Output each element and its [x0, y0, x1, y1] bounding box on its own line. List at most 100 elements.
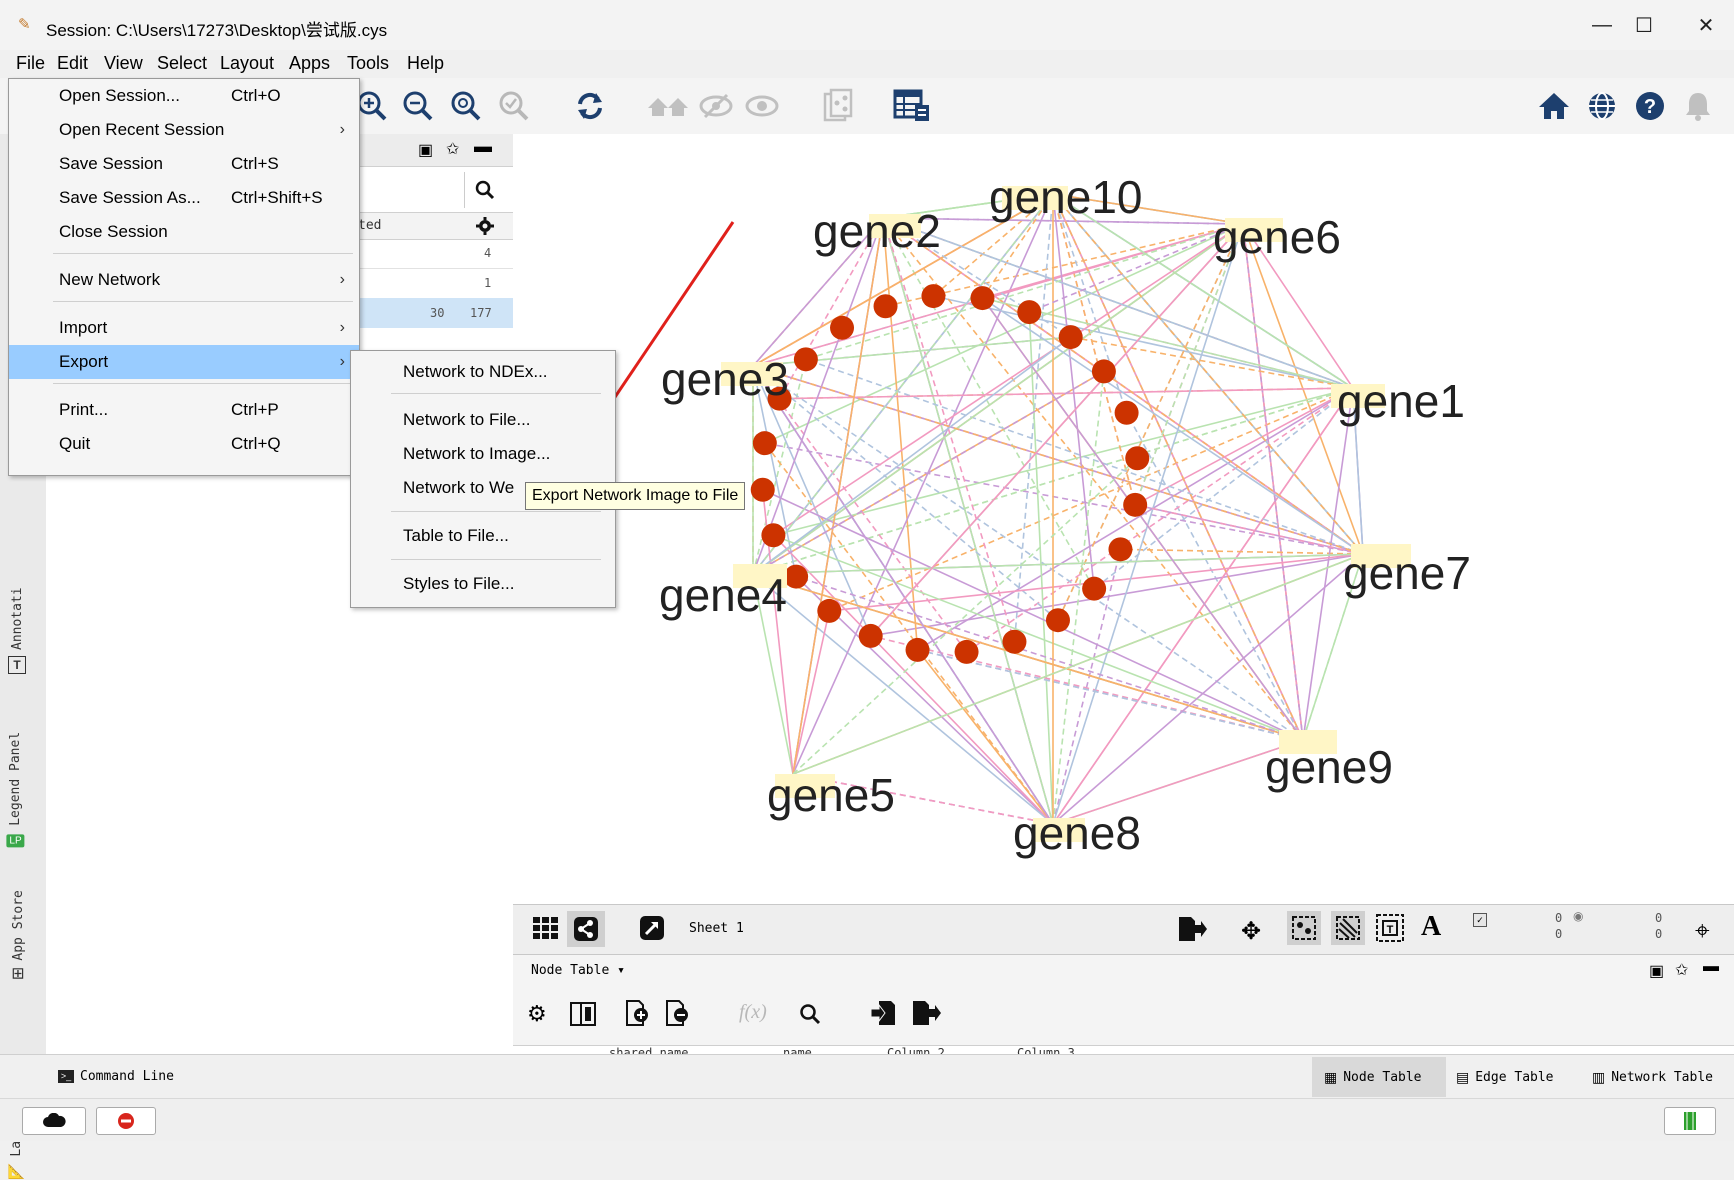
gene-label[interactable]: gene8	[1013, 806, 1141, 860]
network-node[interactable]	[921, 284, 946, 309]
zoom-out-icon[interactable]	[398, 86, 438, 126]
network-node[interactable]	[858, 623, 883, 648]
network-search-button[interactable]	[464, 172, 505, 208]
close-button[interactable]: ✕	[1684, 8, 1728, 42]
network-node[interactable]	[1114, 400, 1139, 425]
move-icon[interactable]: ✥	[1241, 917, 1261, 946]
network-edge[interactable]	[982, 297, 1364, 555]
export-table-icon[interactable]	[911, 999, 941, 1032]
menu-file[interactable]: File	[16, 53, 45, 74]
network-node[interactable]	[905, 637, 930, 662]
network-edge[interactable]	[917, 649, 1304, 741]
memory-button[interactable]	[1664, 1107, 1716, 1135]
gene-label[interactable]: gene9	[1265, 740, 1393, 794]
crosshair-icon[interactable]: ⌖	[1695, 915, 1710, 947]
submenu-styles-to-file[interactable]: Styles to File...	[351, 567, 615, 601]
show-all-icon[interactable]	[644, 86, 692, 126]
menu-tools[interactable]: Tools	[347, 53, 389, 74]
menu-apps[interactable]: Apps	[289, 53, 330, 74]
gene-label[interactable]: gene4	[659, 568, 787, 622]
gear-icon[interactable]	[476, 217, 494, 235]
network-node[interactable]	[1091, 359, 1116, 384]
menu-select[interactable]: Select	[157, 53, 207, 74]
network-node[interactable]	[1002, 629, 1027, 654]
notification-bell-icon[interactable]	[1678, 86, 1718, 126]
zoom-fit-icon[interactable]	[446, 86, 486, 126]
network-edge[interactable]	[1070, 336, 1354, 389]
tab-edge-table[interactable]: ▤ Edge Table	[1456, 1069, 1554, 1086]
network-node[interactable]	[750, 477, 775, 502]
hide-icon[interactable]	[696, 86, 736, 126]
show-icon[interactable]	[742, 86, 782, 126]
gene-label[interactable]: gene7	[1343, 546, 1471, 600]
share-network-button[interactable]	[567, 911, 605, 947]
menu-view[interactable]: View	[104, 53, 143, 74]
float-icon[interactable]: ▣	[1649, 961, 1664, 981]
network-edge[interactable]	[1028, 312, 1054, 825]
delete-column-icon[interactable]	[665, 999, 691, 1032]
column-visibility-icon[interactable]	[569, 1001, 597, 1032]
tab-legend-panel[interactable]: LP Legend Panel	[6, 732, 25, 850]
network-node[interactable]	[954, 639, 979, 664]
detach-icon[interactable]	[639, 915, 667, 943]
gene-label[interactable]: gene1	[1337, 374, 1465, 428]
refresh-icon[interactable]	[570, 86, 610, 126]
menu-layout[interactable]: Layout	[220, 53, 274, 74]
network-edge[interactable]	[795, 575, 1304, 741]
text-annotation-icon[interactable]: A	[1421, 911, 1441, 943]
node-table-title[interactable]: Node Table ▾	[531, 963, 625, 978]
minimize-button[interactable]: —	[1580, 8, 1624, 42]
tab-app-store[interactable]: ⊞ App Store	[8, 890, 28, 982]
network-node[interactable]	[793, 347, 818, 372]
network-edge[interactable]	[752, 223, 1244, 575]
submenu-table-to-file[interactable]: Table to File...	[351, 519, 615, 553]
minimize-panel-icon[interactable]: ▬	[474, 136, 492, 157]
network-node[interactable]	[817, 598, 842, 623]
network-node[interactable]	[970, 286, 995, 311]
network-edge[interactable]	[917, 649, 1304, 741]
import-table-icon[interactable]	[869, 999, 897, 1032]
menu-item-save-session-as[interactable]: Save Session As... Ctrl+Shift+S	[9, 181, 359, 215]
zoom-selected-icon[interactable]	[494, 86, 534, 126]
select-nodes-button[interactable]	[1287, 911, 1321, 945]
function-builder-icon[interactable]: f(x)	[739, 1001, 767, 1024]
network-node[interactable]	[873, 294, 898, 319]
select-edges-button[interactable]	[1331, 911, 1365, 945]
pin-icon[interactable]: ✩	[446, 139, 459, 159]
network-node[interactable]	[1017, 300, 1042, 325]
checkbox[interactable]: ✓	[1473, 913, 1487, 927]
tab-network-table[interactable]: ▥ Network Table	[1592, 1069, 1713, 1086]
menu-item-new-network[interactable]: New Network ›	[9, 263, 359, 297]
home-icon[interactable]	[1534, 86, 1574, 126]
network-edge[interactable]	[792, 610, 831, 775]
search-icon[interactable]	[799, 1003, 821, 1030]
menu-item-export[interactable]: Export ›	[9, 345, 359, 379]
globe-icon[interactable]	[1582, 86, 1622, 126]
pin-icon[interactable]: ✩	[1675, 960, 1688, 980]
add-column-icon[interactable]	[625, 999, 651, 1032]
gene-label[interactable]: gene5	[767, 768, 895, 822]
network-node[interactable]	[1082, 576, 1107, 601]
command-line-tab[interactable]: >_ Command Line	[58, 1069, 174, 1084]
menu-edit[interactable]: Edit	[57, 53, 88, 74]
minimize-panel-icon[interactable]: ▬	[1703, 958, 1719, 976]
network-node[interactable]	[1058, 325, 1083, 350]
menu-item-import[interactable]: Import ›	[9, 311, 359, 345]
submenu-network-to-ndex[interactable]: Network to NDEx...	[351, 355, 615, 389]
menu-item-close-session[interactable]: Close Session	[9, 215, 359, 249]
network-node[interactable]	[1108, 537, 1133, 562]
menu-item-open-recent[interactable]: Open Recent Session ›	[9, 113, 359, 147]
gene-label[interactable]: gene10	[989, 170, 1143, 224]
menu-item-quit[interactable]: Quit Ctrl+Q	[9, 427, 359, 461]
network-node[interactable]	[1045, 608, 1070, 633]
menu-item-print[interactable]: Print... Ctrl+P	[9, 393, 359, 427]
table-import-icon[interactable]	[892, 86, 932, 126]
submenu-network-to-image[interactable]: Network to Image...	[351, 437, 615, 471]
maximize-button[interactable]: ☐	[1622, 8, 1666, 42]
menu-item-open-session[interactable]: Open Session... Ctrl+O	[9, 79, 359, 113]
select-annotations-icon[interactable]: T	[1375, 913, 1405, 948]
menu-item-save-session[interactable]: Save Session Ctrl+S	[9, 147, 359, 181]
new-network-icon[interactable]	[818, 86, 858, 126]
grid-view-icon[interactable]	[531, 913, 561, 943]
stop-button[interactable]	[96, 1107, 156, 1135]
